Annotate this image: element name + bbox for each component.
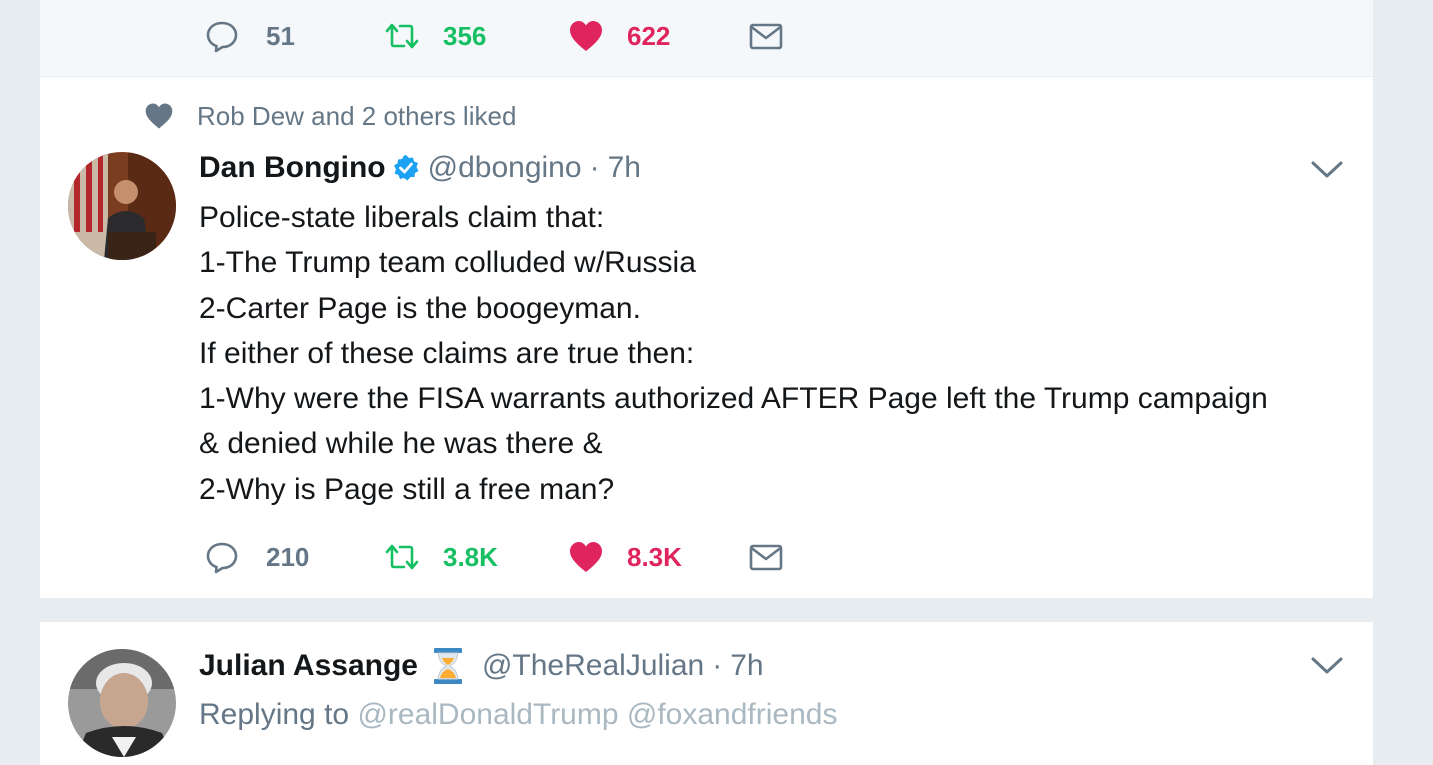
tweet-text-line: 1-The Trump team colluded w/Russia bbox=[199, 246, 696, 280]
tweet-text-line: If either of these claims are true then: bbox=[199, 336, 695, 370]
tweet-text-line: 1-Why were the FISA warrants authorized … bbox=[199, 382, 1268, 416]
mention-link[interactable]: @foxandfriends bbox=[627, 698, 838, 731]
tweet-timestamp[interactable]: 7h bbox=[730, 649, 763, 683]
tweet-card[interactable]: Rob Dew and 2 others liked Dan Bongino @… bbox=[40, 77, 1373, 598]
author-handle[interactable]: @dbongino bbox=[428, 151, 582, 185]
direct-message-button[interactable] bbox=[748, 14, 784, 58]
heart-icon bbox=[570, 542, 602, 572]
retweet-icon bbox=[385, 544, 419, 570]
author-name[interactable]: Julian Assange bbox=[199, 649, 418, 683]
chevron-down-icon[interactable] bbox=[1310, 159, 1344, 181]
retweet-button[interactable]: 3.8K bbox=[384, 535, 498, 579]
retweet-count: 356 bbox=[443, 20, 487, 51]
retweet-icon bbox=[385, 23, 419, 49]
separator-dot: · bbox=[712, 649, 723, 682]
reply-count: 51 bbox=[266, 20, 295, 51]
tweet-text-line: & denied while he was there & bbox=[199, 427, 603, 461]
retweet-count: 3.8K bbox=[443, 541, 498, 572]
author-handle[interactable]: @TheRealJulian bbox=[482, 649, 704, 683]
avatar[interactable] bbox=[68, 649, 176, 757]
avatar[interactable] bbox=[68, 152, 176, 260]
like-button[interactable]: 622 bbox=[568, 14, 670, 58]
direct-message-button[interactable] bbox=[748, 535, 784, 579]
heart-icon bbox=[570, 21, 602, 51]
tweet-header: Julian Assange @TheRealJulian · 7h bbox=[199, 646, 764, 686]
tweet-card[interactable]: 51 356 622 bbox=[40, 0, 1373, 76]
reply-context: Replying to @realDonaldTrump @foxandfrie… bbox=[199, 698, 837, 732]
verified-badge-icon bbox=[393, 155, 419, 181]
reply-button[interactable]: 51 bbox=[204, 14, 295, 58]
separator-dot: · bbox=[589, 151, 600, 184]
tweet-text-line: 2-Carter Page is the boogeyman. bbox=[199, 291, 641, 325]
tweet-text-line: Police-state liberals claim that: bbox=[199, 201, 605, 234]
like-count: 622 bbox=[627, 20, 671, 51]
author-name[interactable]: Dan Bongino bbox=[199, 151, 386, 185]
heart-icon bbox=[145, 103, 173, 129]
tweet-timestamp[interactable]: 7h bbox=[608, 151, 641, 185]
social-context-text: Rob Dew and 2 others liked bbox=[197, 100, 517, 131]
timeline: 51 356 622 Rob Dew and 2 others liked Da… bbox=[40, 0, 1373, 765]
reply-button[interactable]: 210 bbox=[204, 535, 309, 579]
envelope-icon bbox=[749, 544, 783, 571]
hourglass-icon bbox=[433, 648, 462, 684]
reply-icon bbox=[206, 21, 238, 53]
like-button[interactable]: 8.3K bbox=[568, 535, 682, 579]
reply-icon bbox=[206, 542, 238, 574]
social-context: Rob Dew and 2 others liked bbox=[144, 99, 516, 133]
retweet-button[interactable]: 356 bbox=[384, 14, 486, 58]
reply-prefix: Replying to bbox=[199, 698, 350, 731]
tweet-card[interactable]: Julian Assange @TheRealJulian · 7h Reply… bbox=[40, 622, 1373, 765]
chevron-down-icon[interactable] bbox=[1310, 655, 1344, 677]
tweet-text: Police-state liberals claim that: 1-The … bbox=[199, 195, 1349, 512]
reply-count: 210 bbox=[266, 541, 310, 572]
tweet-text-line: 2-Why is Page still a free man? bbox=[199, 472, 615, 506]
mention-link[interactable]: @realDonaldTrump bbox=[357, 698, 618, 731]
tweet-header: Dan Bongino @dbongino · 7h bbox=[199, 148, 641, 188]
envelope-icon bbox=[749, 23, 783, 50]
like-count: 8.3K bbox=[627, 541, 682, 572]
